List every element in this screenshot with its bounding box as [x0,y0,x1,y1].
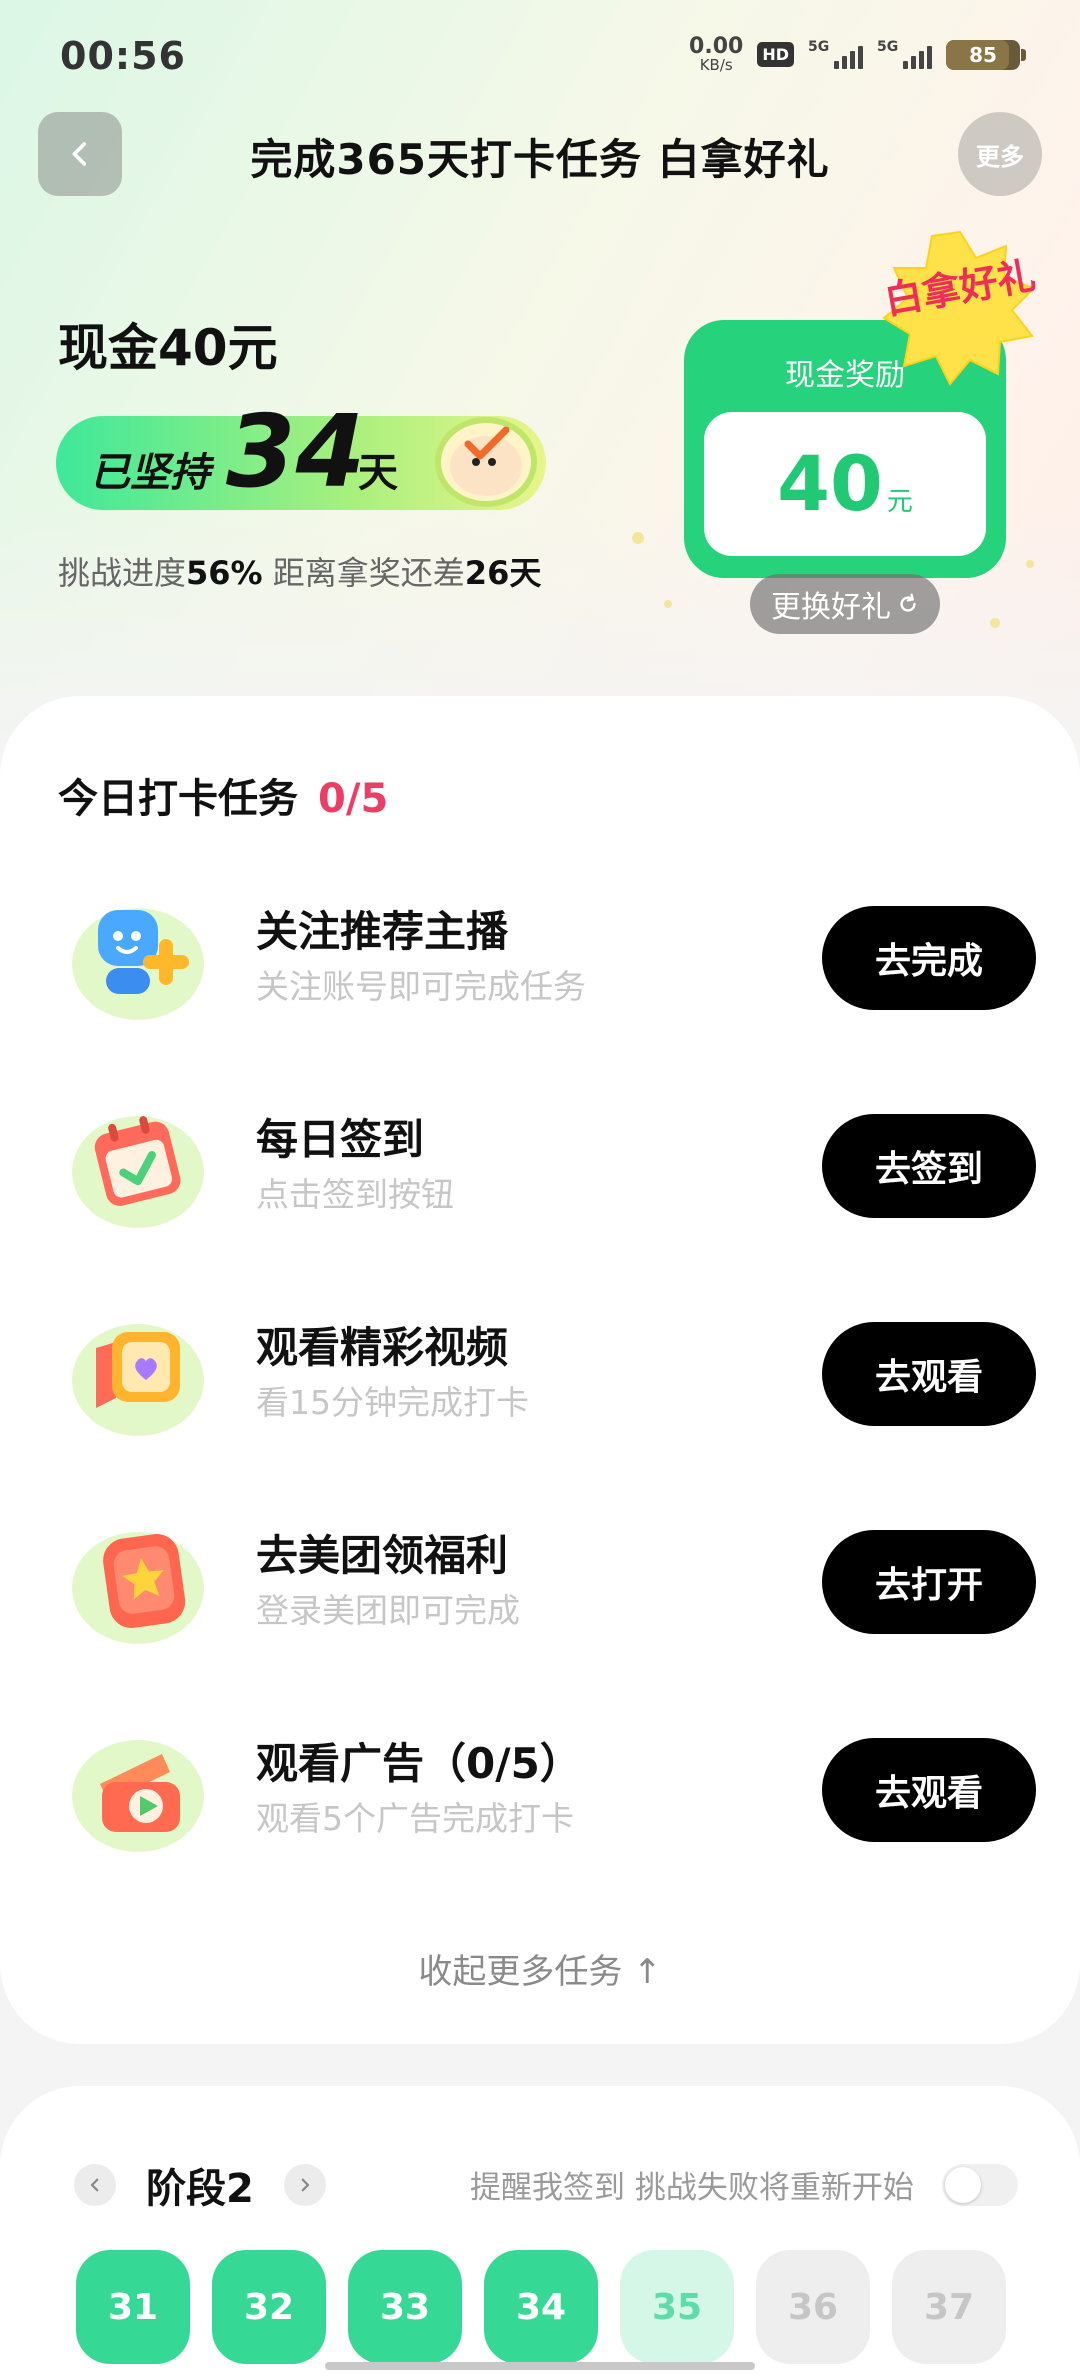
swap-gift-label: 更换好礼 [771,590,891,625]
sparkle-decoration [664,600,672,608]
page-title: 完成365天打卡任务 白拿好礼 [250,135,830,184]
follow-anchor-button[interactable]: 去完成 [822,906,1036,1010]
signal-icon: 5G [808,38,863,69]
task-description: 点击签到按钮 [256,1175,454,1214]
reward-value: 40 [777,439,883,528]
stage-day-done[interactable]: 34 [484,2250,598,2364]
sparkle-decoration [632,532,644,544]
calendar-check-icon [72,1116,204,1228]
daily-checkin-button[interactable]: 去签到 [822,1114,1036,1218]
task-row: 关注推荐主播 关注账号即可完成任务 去完成 [0,882,1080,1032]
remind-toggle[interactable] [942,2164,1018,2206]
mascot-check-icon [435,417,537,507]
streak-prefix: 已坚持 [90,450,210,496]
task-title: 每日签到 [256,1115,425,1164]
remaining-label: 距离拿奖还差 [272,554,465,592]
stage-card: 阶段2 提醒我签到 挑战失败将重新开始 31 32 33 34 35 36 37 [0,2086,1080,2376]
tasks-header: 今日打卡任务 0/5 [58,766,388,824]
stage-day-future[interactable]: 37 [892,2250,1006,2364]
streak-pill: 已坚持 34 天 [56,402,546,510]
daily-tasks-card: 今日打卡任务 0/5 关注推荐主播 关注账号即可完成任务 去完成 每日签到 点击… [0,696,1080,2044]
task-title: 去美团领福利 [256,1531,509,1580]
challenge-progress: 挑战进度56% 距离拿奖还差26天 [58,548,541,594]
task-row: 观看精彩视频 看15分钟完成打卡 去观看 [0,1298,1080,1448]
sim1-network-label: 5G [808,38,830,55]
stage-prev-button[interactable] [74,2164,116,2206]
chevron-right-icon [301,2178,310,2192]
refresh-icon [900,593,916,612]
hd-voice-icon: HD [757,42,794,67]
task-description: 关注账号即可完成任务 [256,967,586,1006]
meituan-star-icon [72,1532,204,1644]
follow-anchor-icon [72,908,204,1020]
tasks-header-label: 今日打卡任务 [58,776,298,822]
watch-ads-button[interactable]: 去观看 [822,1738,1036,1842]
streak-days: 34 [226,393,366,510]
stage-day-done[interactable]: 33 [348,2250,462,2364]
cash-prize-title: 现金40元 [58,319,278,377]
chevron-left-icon [90,2178,99,2192]
status-time: 00:56 [60,34,186,78]
sparkle-decoration [1026,560,1034,568]
task-description: 观看5个广告完成打卡 [256,1799,574,1838]
battery-icon: 85 [946,39,1026,70]
collapse-tasks-link[interactable]: 收起更多任务 ↑ [0,1944,1080,1993]
tasks-count: 0/5 [318,776,389,822]
status-indicators: 0.00 KB/s HD 5G 5G 85 [689,36,1026,73]
network-speed-value: 0.00 [689,34,744,59]
network-speed: 0.00 KB/s [689,36,743,73]
task-description: 看15分钟完成打卡 [256,1383,529,1422]
stage-day-current[interactable]: 35 [620,2250,734,2364]
reward-unit: 元 [886,487,913,517]
watch-video-button[interactable]: 去观看 [822,1322,1036,1426]
task-title: 观看广告（0/5） [256,1739,582,1788]
stage-day-done[interactable]: 32 [212,2250,326,2364]
reward-amount-box: 40 元 [704,412,986,556]
task-title: 观看精彩视频 [256,1323,509,1372]
nav-bar: 完成365天打卡任务 白拿好礼 更多 [0,110,1080,196]
home-indicator [325,2362,755,2370]
task-row: 去美团领福利 登录美团即可完成 去打开 [0,1506,1080,1656]
task-title: 关注推荐主播 [256,907,509,956]
free-gift-badge: 白拿好礼 [880,228,1040,388]
video-heart-icon [72,1324,204,1436]
battery-percent: 85 [969,42,997,67]
remind-text: 提醒我签到 挑战失败将重新开始 [470,2170,914,2206]
stage-day-future[interactable]: 36 [756,2250,870,2364]
open-meituan-button[interactable]: 去打开 [822,1530,1036,1634]
sparkle-decoration [990,618,1000,628]
sim2-network-label: 5G [877,38,899,55]
swap-gift-button[interactable]: 更换好礼 [750,574,940,634]
task-description: 登录美团即可完成 [256,1591,520,1630]
task-row: 每日签到 点击签到按钮 去签到 [0,1090,1080,1240]
stage-next-button[interactable] [284,2164,326,2206]
network-speed-unit: KB/s [699,56,733,74]
progress-value: 56% [186,554,263,592]
streak-unit: 天 [358,450,398,496]
progress-label: 挑战进度 [58,554,187,592]
stage-title: 阶段2 [146,2166,254,2212]
ad-play-icon [72,1740,204,1852]
stage-day-done[interactable]: 31 [76,2250,190,2364]
status-bar: 00:56 0.00 KB/s HD 5G 5G 85 [0,0,1080,110]
task-row: 观看广告（0/5） 观看5个广告完成打卡 去观看 [0,1714,1080,1864]
signal-icon: 5G [877,38,932,69]
more-button[interactable]: 更多 [958,112,1042,196]
remaining-value: 26天 [464,554,542,592]
stage-day-row: 31 32 33 34 35 36 37 [76,2250,1006,2364]
